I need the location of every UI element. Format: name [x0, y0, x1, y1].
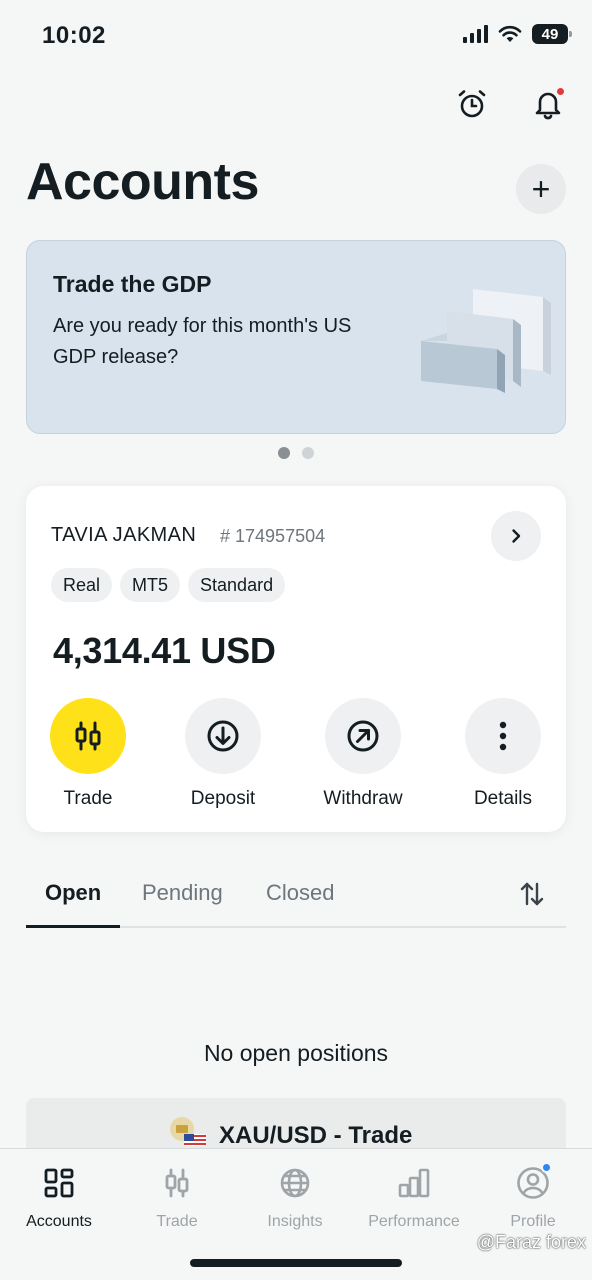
account-tag: MT5 — [120, 568, 181, 602]
nav-trade[interactable]: Trade — [118, 1165, 236, 1231]
candlestick-icon — [165, 1168, 189, 1198]
withdraw-action-button[interactable]: Withdraw — [313, 698, 413, 810]
status-time: 10:02 — [42, 22, 106, 49]
gold-us-flag-icon — [170, 1117, 206, 1146]
nav-label: Profile — [510, 1213, 556, 1230]
add-account-button[interactable]: + — [516, 164, 566, 214]
account-number: # 174957504 — [220, 526, 326, 546]
promo-text: XAU/USD - Trade — [219, 1122, 413, 1149]
details-action-label: Details — [473, 788, 533, 809]
tab-pending[interactable]: Pending — [142, 880, 223, 906]
notification-badge — [555, 86, 566, 97]
details-action-circle[interactable] — [465, 698, 541, 774]
globe-icon — [280, 1168, 310, 1198]
chevron-right-icon — [512, 529, 521, 543]
arrow-down-circle-icon — [207, 720, 239, 752]
nav-label: Performance — [368, 1213, 460, 1230]
account-tag: Real — [51, 568, 113, 602]
alarm-button[interactable] — [454, 86, 490, 122]
battery-indicator: 49 — [532, 24, 572, 44]
deposit-action-button[interactable]: Deposit — [173, 698, 273, 810]
banner-title: Trade the GDP — [53, 271, 212, 297]
active-tab-indicator — [26, 925, 120, 928]
signal-icon — [463, 25, 488, 43]
positions-tabs: Open Pending Closed — [26, 872, 566, 928]
nav-accounts[interactable]: Accounts — [0, 1165, 118, 1231]
trade-action-circle[interactable] — [50, 698, 126, 774]
nav-insights[interactable]: Insights — [236, 1165, 354, 1231]
wifi-icon — [498, 25, 522, 42]
carousel-dot-active[interactable] — [278, 447, 290, 459]
account-tag: Standard — [188, 568, 286, 602]
sort-button[interactable] — [518, 880, 546, 913]
carousel-dots — [278, 447, 314, 459]
tab-closed[interactable]: Closed — [266, 880, 334, 906]
banner-text: Are you ready for this month's US GDP re… — [53, 315, 352, 368]
notifications-button[interactable] — [530, 86, 566, 122]
page-title: Accounts — [26, 153, 259, 211]
candlestick-icon — [75, 721, 101, 751]
deposit-action-label: Deposit — [190, 788, 256, 809]
nav-label: Insights — [267, 1213, 323, 1230]
more-vertical-icon — [499, 721, 507, 751]
nav-label: Trade — [156, 1213, 198, 1230]
accounts-grid-icon — [44, 1168, 74, 1198]
promo-banner[interactable]: Trade the GDP Are you ready for this mon… — [26, 240, 566, 434]
alarm-clock-icon — [458, 90, 486, 118]
account-card: TAVIA JAKMAN # 174957504 Real MT5 Standa… — [26, 486, 566, 832]
account-balance: 4,314.41 USD — [53, 630, 276, 671]
profile-badge — [541, 1162, 552, 1173]
carousel-dot[interactable] — [302, 447, 314, 459]
details-action-button[interactable]: Details — [453, 698, 553, 810]
sort-arrows-icon — [520, 882, 544, 906]
withdraw-action-circle[interactable] — [325, 698, 401, 774]
watermark-text: @Faraz forex — [476, 1232, 586, 1252]
arrow-up-right-circle-icon — [347, 720, 379, 752]
tab-open[interactable]: Open — [45, 880, 101, 906]
nav-profile[interactable]: Profile — [474, 1162, 592, 1231]
accounts-screen: 10:02 49 Accounts + Trade the GDP Are yo… — [0, 0, 592, 1280]
account-holder-name: TAVIA JAKMAN — [51, 524, 197, 546]
deposit-action-circle[interactable] — [185, 698, 261, 774]
home-indicator[interactable] — [190, 1259, 402, 1267]
account-details-button[interactable] — [491, 511, 541, 561]
bar-chart-icon — [398, 1168, 430, 1198]
stairs-illustration — [421, 289, 551, 393]
trade-action-label: Trade — [63, 788, 113, 809]
nav-label: Accounts — [26, 1213, 92, 1230]
withdraw-action-label: Withdraw — [323, 788, 403, 809]
empty-positions-text: No open positions — [203, 1040, 389, 1066]
trade-action-button[interactable]: Trade — [38, 698, 138, 810]
status-icons: 49 — [462, 24, 572, 44]
nav-performance[interactable]: Performance — [355, 1165, 473, 1231]
account-tags: Real MT5 Standard — [51, 568, 286, 602]
